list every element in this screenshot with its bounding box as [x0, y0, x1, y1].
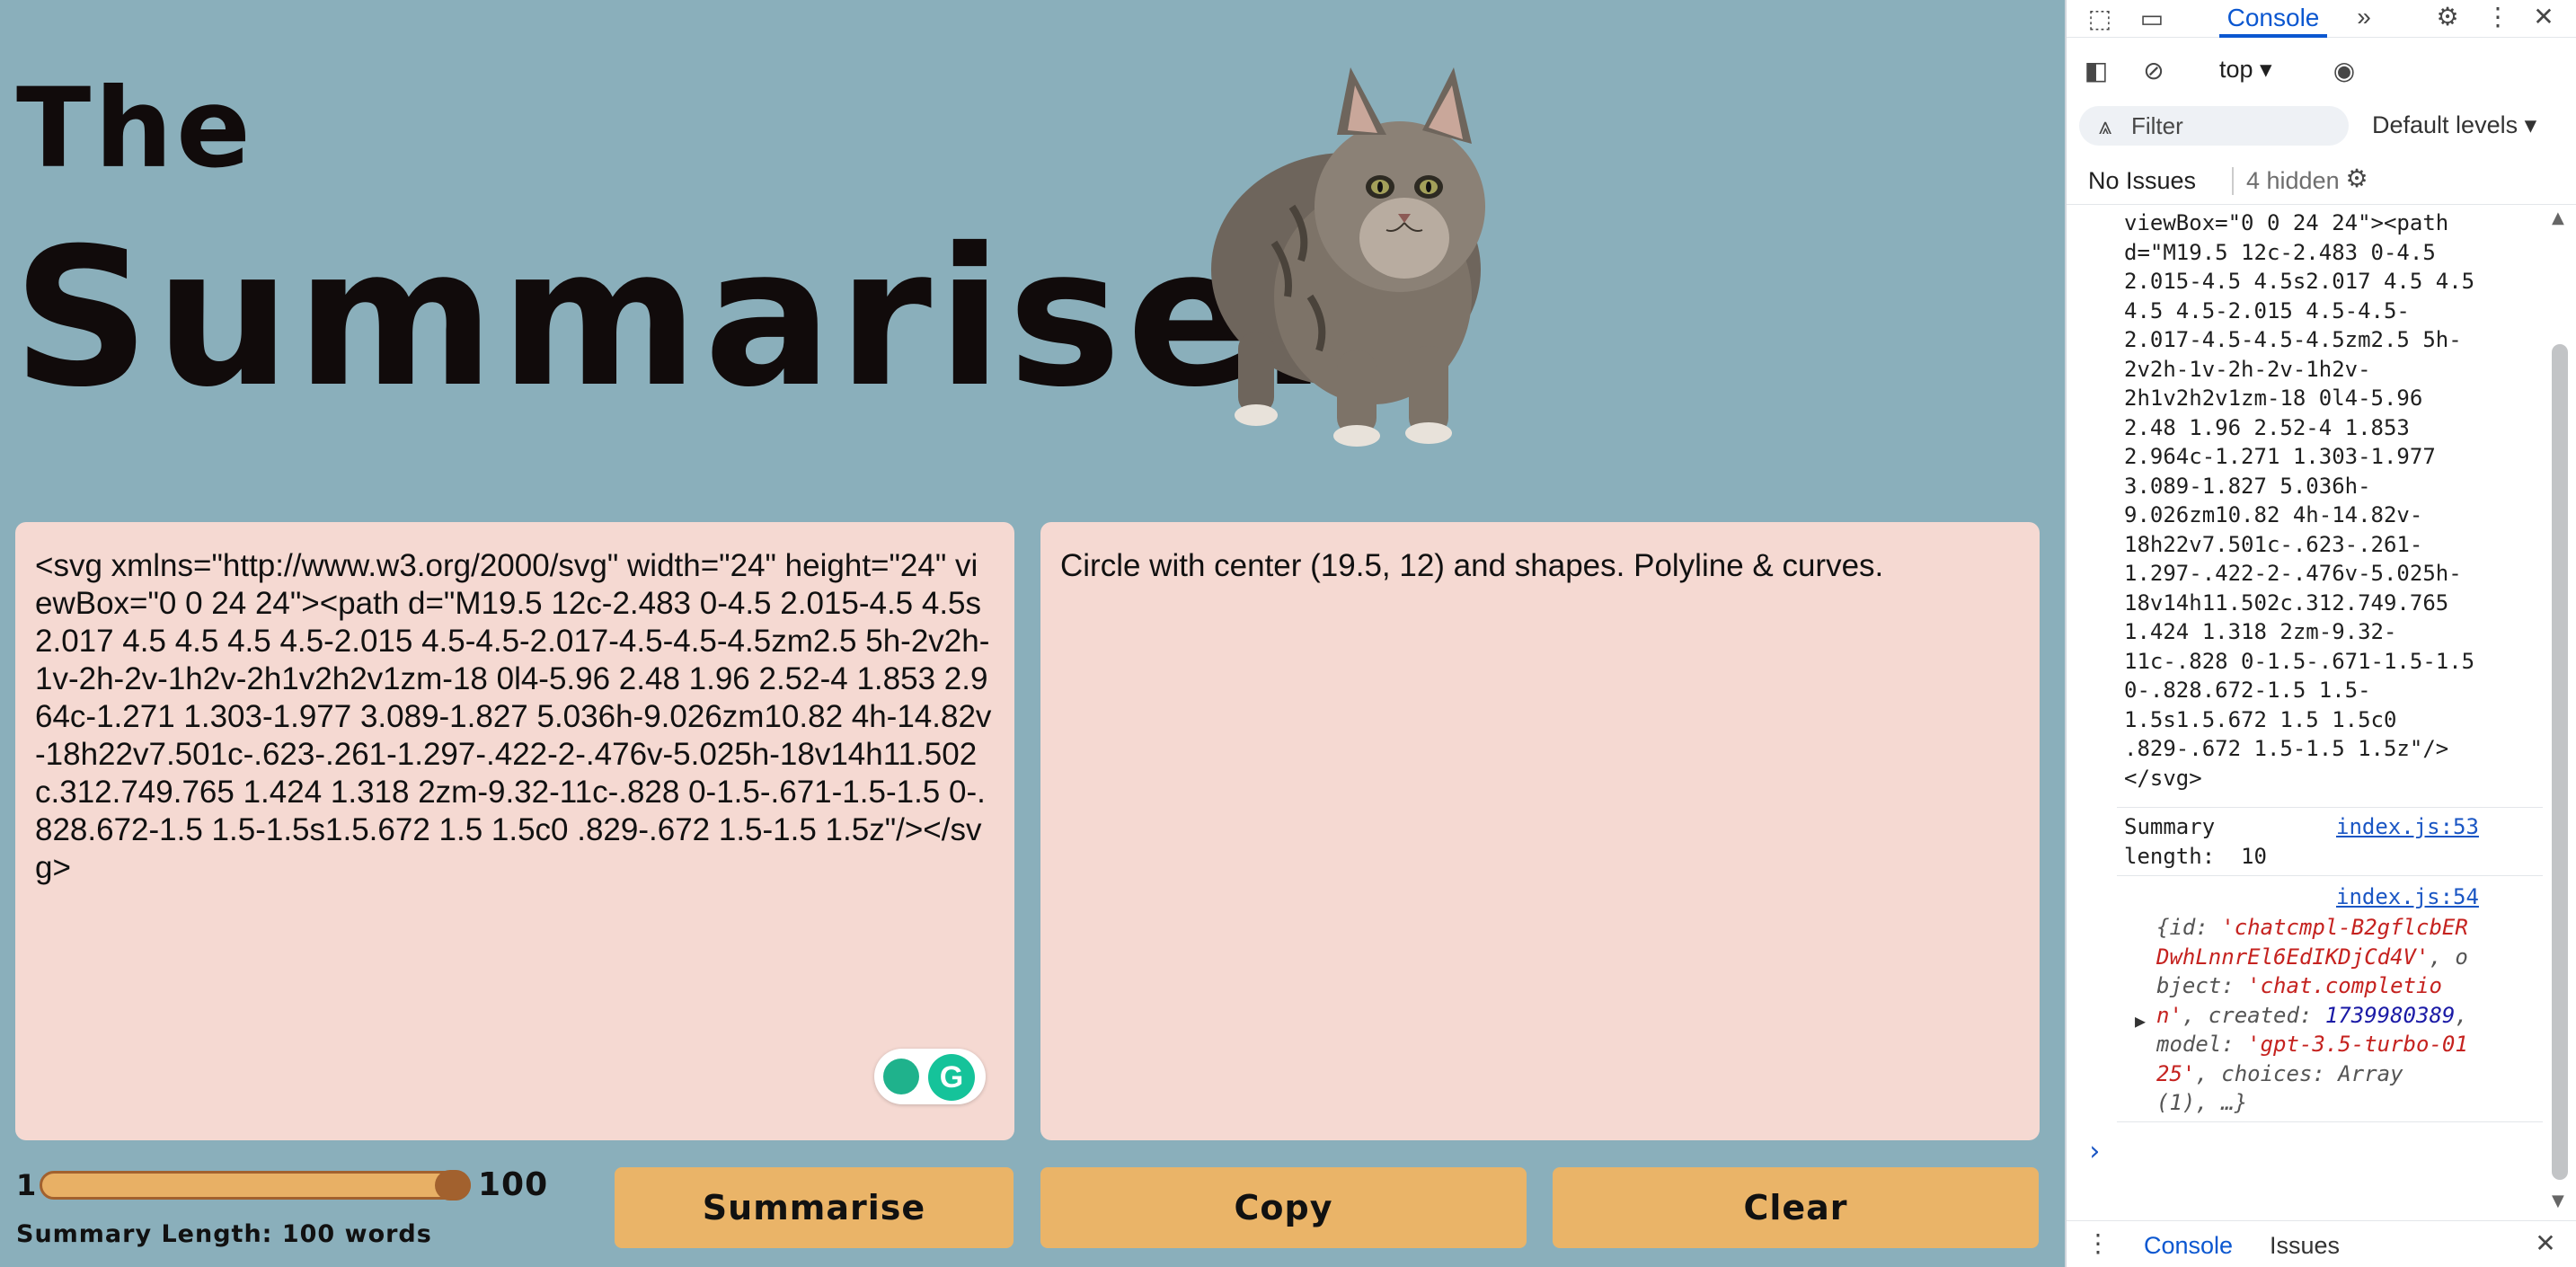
log-separator — [2117, 875, 2552, 876]
device-toolbar-icon[interactable]: ▭ — [2137, 4, 2167, 34]
obj-text: 'chatcmpl-B2gflcbER — [2221, 915, 2468, 940]
console-prompt[interactable]: › — [2086, 1137, 2102, 1167]
grammarly-icon[interactable]: G — [928, 1054, 975, 1101]
log-levels-dropdown[interactable]: Default levels ▾ — [2372, 111, 2536, 139]
clear-button[interactable]: Clear — [1553, 1167, 2039, 1248]
filter-icon: ⩓ — [2099, 112, 2112, 139]
devtools-tabbar: ⬚ ▭ Console » ⚙ ⋮ ✕ — [2067, 0, 2576, 38]
drawer-tab-console[interactable]: Console — [2144, 1232, 2233, 1260]
slider-min-label: 1 — [16, 1168, 37, 1202]
obj-text: , choices: Array — [2195, 1060, 2403, 1086]
slider-max-label: 100 — [478, 1166, 549, 1203]
inspect-element-icon[interactable]: ⬚ — [2085, 4, 2115, 34]
obj-text: 1739980389 — [2324, 1002, 2456, 1028]
drawer-tab-issues[interactable]: Issues — [2270, 1232, 2340, 1260]
page-title-line2: Summariser — [13, 207, 1361, 429]
close-devtools-icon[interactable]: ✕ — [2528, 2, 2559, 32]
console-toolbar: ◧ ⊘ top ▾ ◉ — [2067, 40, 2576, 104]
scroll-down-icon[interactable]: ▼ — [2552, 1192, 2564, 1210]
obj-text: , o — [2429, 944, 2468, 970]
input-text: <svg xmlns="http://www.w3.org/2000/svg" … — [35, 548, 992, 885]
grammarly-badge[interactable]: G — [874, 1049, 986, 1104]
log-levels-label: Default levels — [2372, 111, 2518, 138]
hidden-count-label[interactable]: 4 hidden — [2232, 167, 2340, 195]
copy-button[interactable]: Copy — [1040, 1167, 1527, 1248]
more-tabs-icon[interactable]: » — [2349, 2, 2379, 32]
obj-text: {id: — [2156, 915, 2222, 940]
context-selector[interactable]: top ▾ — [2219, 56, 2272, 84]
lightbulb-icon[interactable] — [883, 1059, 919, 1094]
drawer-tabbar: ⋮ Console Issues ✕ — [2067, 1220, 2576, 1267]
console-filter-input[interactable]: ⩓ Filter — [2079, 106, 2349, 146]
clear-console-icon[interactable]: ⊘ — [2138, 56, 2169, 86]
source-link-54[interactable]: index.js:54 — [2336, 882, 2479, 912]
scrollbar-thumb[interactable] — [2552, 344, 2568, 1180]
obj-text: (1), …} — [2156, 1090, 2248, 1115]
filter-placeholder: Filter — [2131, 112, 2183, 139]
slider-thumb[interactable] — [435, 1170, 471, 1201]
source-link-53[interactable]: index.js:53 — [2336, 812, 2479, 842]
no-issues-label: No Issues — [2088, 167, 2197, 194]
devtools-panel: ⬚ ▭ Console » ⚙ ⋮ ✕ ◧ ⊘ top ▾ ◉ ⩓ Filter… — [2065, 0, 2576, 1267]
console-scrollbar[interactable]: ▲ ▼ — [2543, 205, 2576, 1220]
live-expression-eye-icon[interactable]: ◉ — [2329, 56, 2359, 86]
expand-object-icon[interactable]: ▶ — [2135, 1006, 2146, 1036]
output-text: Circle with center (19.5, 12) and shapes… — [1060, 548, 1884, 583]
cat-image — [1211, 67, 1485, 447]
drawer-menu-icon[interactable]: ⋮ — [2083, 1228, 2113, 1259]
summary-length-slider[interactable] — [40, 1171, 471, 1200]
log-separator — [2117, 1121, 2552, 1122]
settings-gear-icon[interactable]: ⚙ — [2432, 2, 2463, 32]
sidebar-toggle-icon[interactable]: ◧ — [2081, 56, 2111, 86]
issues-bar: No Issues 4 hidden ⚙ — [2067, 156, 2576, 205]
obj-text: bject: — [2156, 973, 2248, 998]
output-panel: Circle with center (19.5, 12) and shapes… — [1040, 522, 2040, 1140]
log-separator — [2117, 807, 2552, 808]
console-log-object[interactable]: {id: 'chatcmpl-B2gflcbER DwhLnnrEl6EdIKD… — [2156, 913, 2516, 1118]
obj-text: n' — [2156, 1002, 2182, 1028]
obj-text: model: — [2156, 1032, 2248, 1057]
obj-text: , created: — [2182, 1002, 2325, 1028]
summarise-button[interactable]: Summarise — [615, 1167, 1014, 1248]
input-textarea[interactable]: <svg xmlns="http://www.w3.org/2000/svg" … — [15, 522, 1014, 1140]
obj-text: , — [2455, 1002, 2468, 1028]
summary-length-label: Summary Length: 100 words — [16, 1220, 432, 1248]
console-settings-icon[interactable]: ⚙ — [2341, 164, 2372, 194]
summariser-app: The Summariser <svg xmlns="http://www.w3… — [0, 0, 2065, 1267]
tab-console[interactable]: Console — [2219, 0, 2327, 38]
obj-text: 'chat.completio — [2247, 973, 2442, 998]
console-output: viewBox="0 0 24 24"><path d="M19.5 12c-2… — [2067, 205, 2552, 1220]
more-options-icon[interactable]: ⋮ — [2483, 2, 2513, 32]
context-label: top — [2219, 56, 2253, 83]
console-log-svg: viewBox="0 0 24 24"><path d="M19.5 12c-2… — [2124, 210, 2475, 791]
page-title-line1: The — [16, 65, 254, 192]
obj-text: 25' — [2156, 1060, 2196, 1086]
scroll-up-icon[interactable]: ▲ — [2552, 208, 2564, 227]
obj-text: DwhLnnrEl6EdIKDjCd4V' — [2156, 944, 2430, 970]
close-drawer-icon[interactable]: ✕ — [2530, 1228, 2561, 1259]
obj-text: 'gpt-3.5-turbo-01 — [2247, 1032, 2468, 1057]
